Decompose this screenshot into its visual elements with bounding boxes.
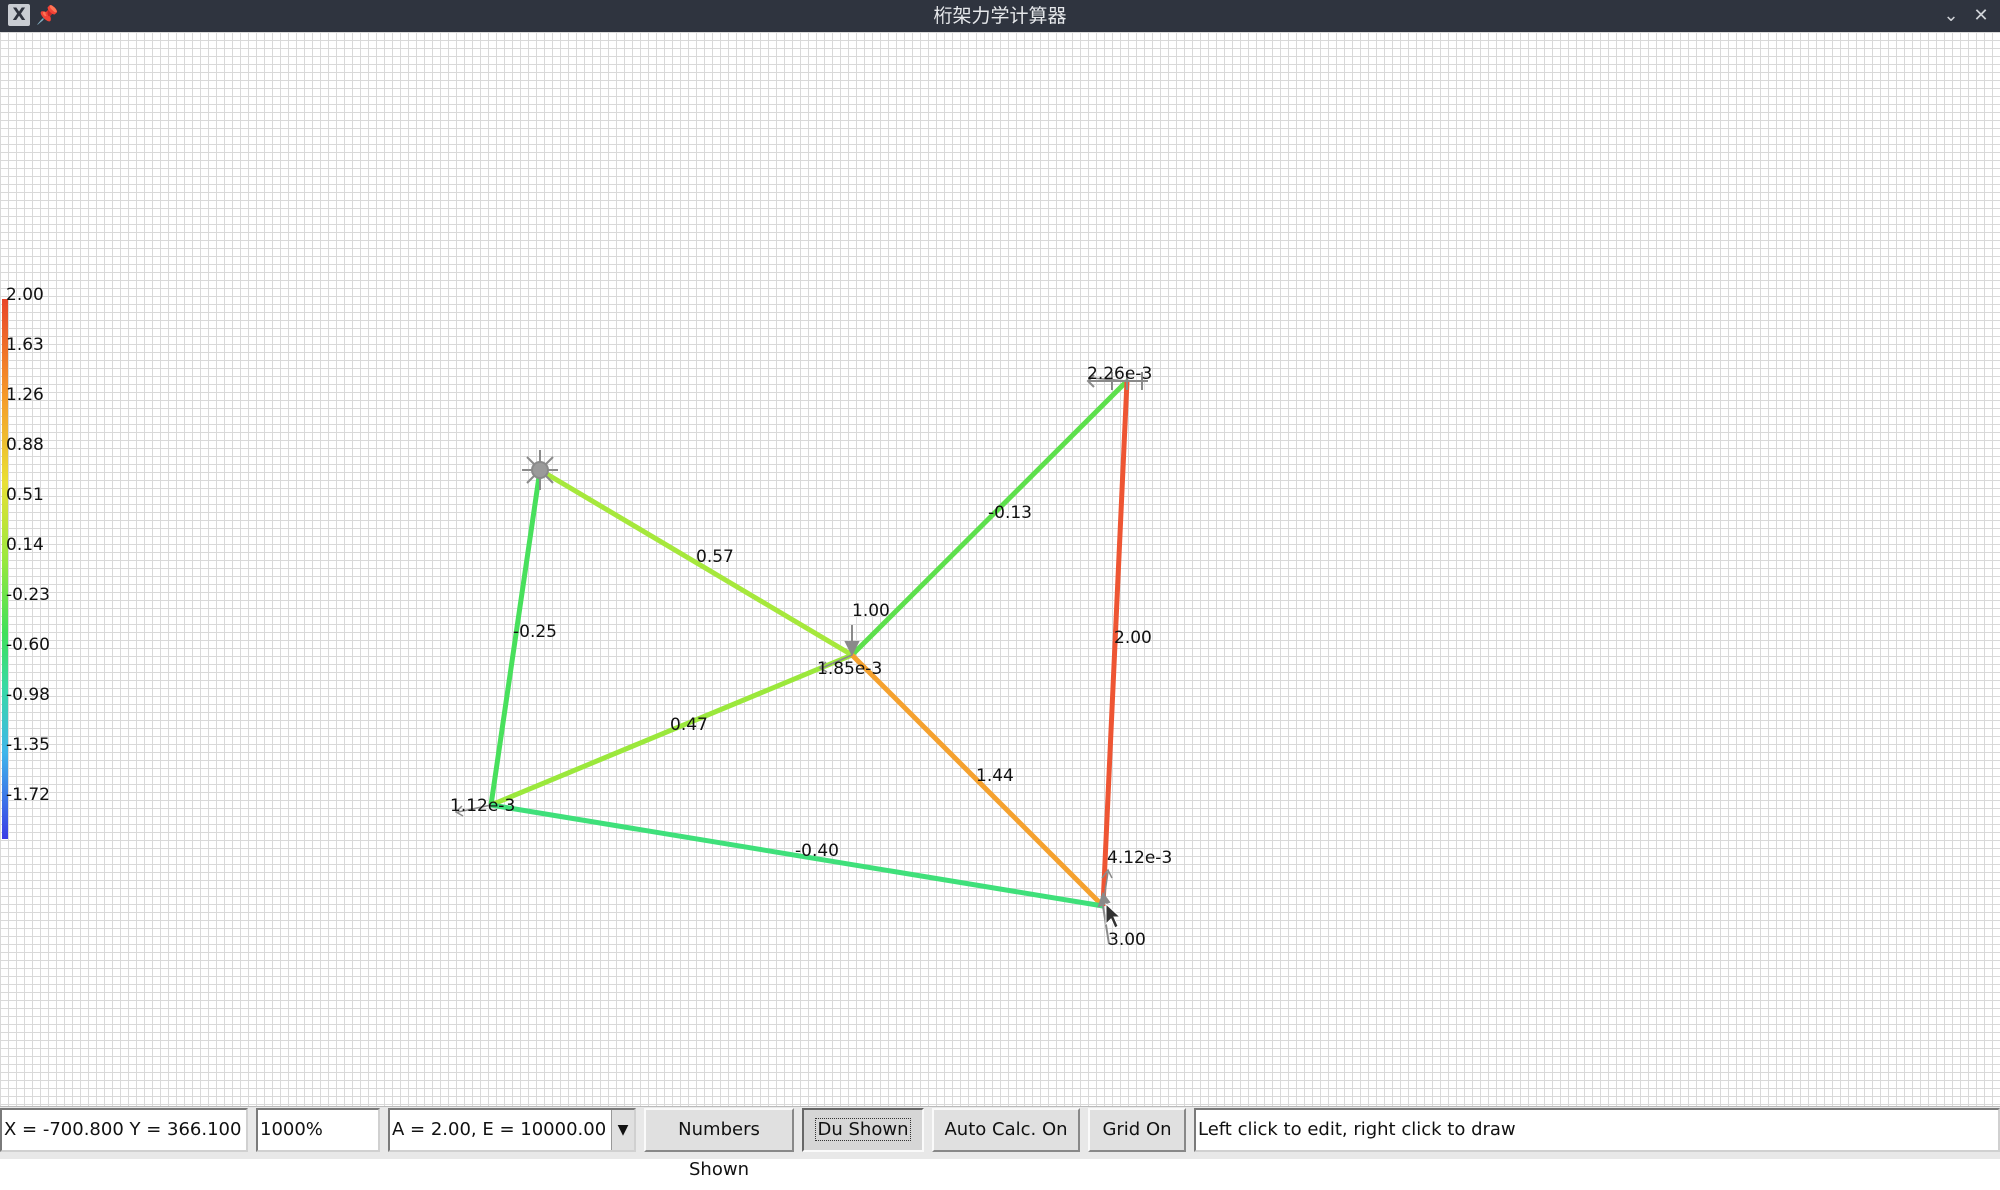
coordinates-display: X = -700.800 Y = 366.100 <box>0 1108 248 1152</box>
color-scale-label: 0.14 <box>6 535 44 555</box>
zoom-input[interactable]: 1000% <box>256 1108 380 1152</box>
node-displacement-label: 2.26e-3 <box>1087 364 1152 384</box>
fixed-support-symbol <box>522 450 558 490</box>
autocalc-toggle-button[interactable]: Auto Calc. On <box>932 1108 1080 1152</box>
color-scale-label: 1.26 <box>6 385 44 405</box>
grid-toggle-button[interactable]: Grid On <box>1088 1108 1186 1152</box>
hint-display: Left click to edit, right click to draw <box>1194 1108 2000 1152</box>
grid-toggle-label: Grid On <box>1102 1119 1172 1140</box>
member-force-label: -0.13 <box>988 503 1032 523</box>
title-bar: X 📌 桁架力学计算器 ⌄ ✕ <box>0 0 2000 32</box>
color-scale-label: 1.63 <box>6 335 44 355</box>
material-select-value: A = 2.00, E = 10000.00 <box>392 1119 607 1140</box>
dropdown-arrow-icon[interactable]: ▼ <box>611 1110 634 1150</box>
force-color-bar <box>2 299 8 839</box>
member-force-label: 0.47 <box>670 715 708 735</box>
member-force-label: -0.25 <box>513 622 557 642</box>
truss-drawing[interactable]: 0.57 -0.25 0.47 -0.13 1.44 2.00 -0.40 2.… <box>0 32 2000 1106</box>
truss-canvas[interactable]: 0.57 -0.25 0.47 -0.13 1.44 2.00 -0.40 2.… <box>0 32 2000 1106</box>
chevron-down-icon[interactable]: ⌄ <box>1940 5 1962 27</box>
color-scale-label: 2.00 <box>6 285 44 305</box>
color-scale-label: -0.60 <box>6 635 50 655</box>
member-force-label: -0.40 <box>795 841 839 861</box>
du-toggle-label: Du Shown <box>814 1118 912 1141</box>
color-scale-label: -0.23 <box>6 585 50 605</box>
color-scale-label: 0.88 <box>6 435 44 455</box>
load-label: 1.00 <box>852 601 890 621</box>
color-scale-label: 0.51 <box>6 485 44 505</box>
du-toggle-button[interactable]: Du Shown <box>802 1108 924 1152</box>
node-displacement-label: 4.12e-3 <box>1107 848 1172 868</box>
mouse-cursor <box>1105 902 1122 929</box>
material-select[interactable]: A = 2.00, E = 10000.00 ▼ <box>388 1108 636 1152</box>
close-icon[interactable]: ✕ <box>1970 5 1992 27</box>
color-scale-label: -1.72 <box>6 785 50 805</box>
window-title: 桁架力学计算器 <box>933 5 1067 27</box>
color-scale-label: -0.98 <box>6 685 50 705</box>
member-force-label: 2.00 <box>1114 628 1152 648</box>
member-force-label: 1.44 <box>976 766 1014 786</box>
member-force-label: 0.57 <box>696 547 734 567</box>
numbers-toggle-label: Numbers Shown <box>678 1119 760 1180</box>
autocalc-toggle-label: Auto Calc. On <box>944 1119 1068 1140</box>
node-displacement-label: 1.12e-3 <box>450 796 515 816</box>
numbers-toggle-button[interactable]: Numbers Shown <box>644 1108 794 1180</box>
node-displacement-label: 1.85e-3 <box>817 659 882 679</box>
load-label: 3.00 <box>1108 930 1146 950</box>
color-scale-label: -1.35 <box>6 735 50 755</box>
